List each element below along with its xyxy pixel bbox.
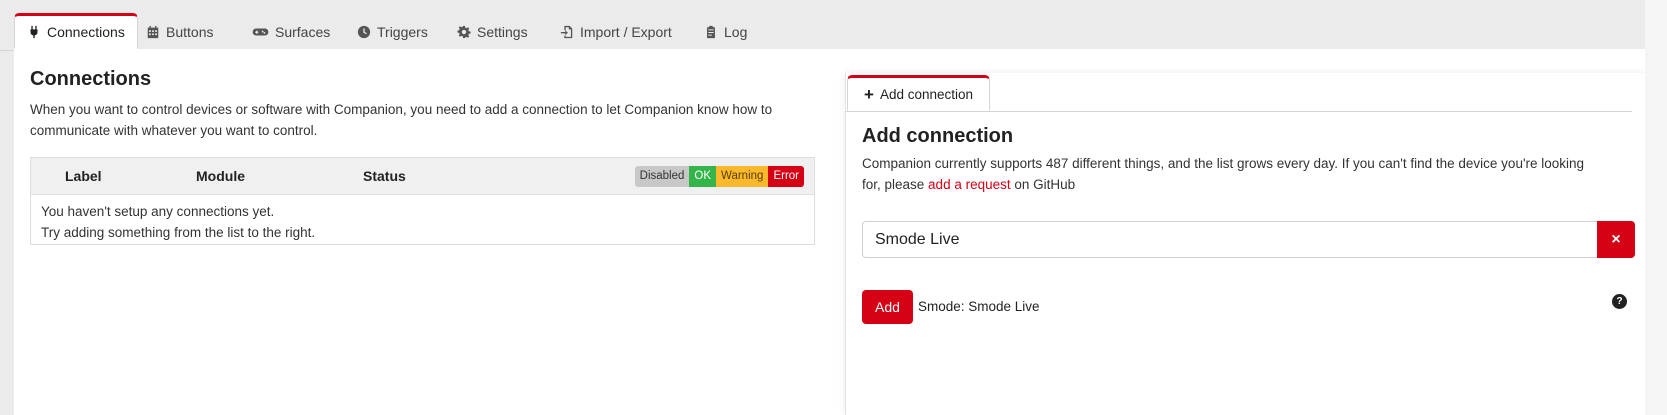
file-import-icon: [560, 25, 573, 39]
add-connection-tabs: + Add connection: [846, 73, 1632, 112]
add-module-button[interactable]: Add: [862, 290, 913, 324]
page-title: Connections: [30, 68, 152, 90]
module-search-input[interactable]: [863, 222, 1596, 257]
description-text: for, please: [862, 177, 929, 192]
legend-error-badge: Error: [768, 166, 804, 187]
status-legend: Disabled OK Warning Error: [634, 166, 804, 187]
tab-label: Add connection: [879, 86, 974, 102]
add-connection-title: Add connection: [862, 125, 1014, 147]
tab-buttons[interactable]: Buttons: [134, 15, 225, 49]
plus-icon: +: [864, 84, 874, 104]
tab-label: Import / Export: [580, 24, 672, 40]
calendar-grid-icon: [147, 25, 159, 39]
tab-surfaces[interactable]: Surfaces: [240, 15, 342, 49]
tab-log[interactable]: Log: [692, 15, 759, 49]
plug-icon: [30, 25, 38, 39]
tab-label: Settings: [477, 24, 528, 40]
close-icon: ×: [1611, 230, 1621, 248]
tab-label: Surfaces: [275, 24, 331, 40]
tab-label: Log: [724, 24, 748, 40]
add-connection-description: Companion currently supports 487 differe…: [862, 153, 1637, 195]
column-status: Status: [363, 168, 406, 184]
description-line: When you want to control devices or soft…: [30, 102, 773, 117]
clear-search-button[interactable]: ×: [1597, 221, 1635, 258]
legend-disabled-badge: Disabled: [634, 166, 690, 187]
legend-ok-badge: OK: [689, 166, 717, 187]
empty-state-message: You haven't setup any connections yet. T…: [41, 201, 315, 243]
tab-label: Connections: [47, 24, 125, 40]
column-module: Module: [196, 168, 245, 184]
add-request-link[interactable]: add a request: [928, 177, 1011, 192]
description-line: for, please add a request on GitHub: [862, 174, 1637, 195]
gamepad-icon: [252, 28, 269, 36]
tab-import-export[interactable]: Import / Export: [548, 15, 684, 49]
tab-label: Buttons: [166, 24, 214, 40]
connections-description: When you want to control devices or soft…: [30, 99, 820, 141]
tab-triggers[interactable]: Triggers: [345, 15, 440, 49]
module-result-label: Smode: Smode Live: [918, 299, 1040, 314]
empty-line: You haven't setup any connections yet.: [41, 204, 275, 219]
empty-line: Try adding something from the list to th…: [41, 225, 316, 240]
table-header: Label Module Status Disabled OK Warning …: [31, 158, 814, 195]
add-connection-panel: + Add connection Add connection Companio…: [845, 73, 1646, 415]
module-search: ×: [862, 221, 1635, 258]
gear-icon: [457, 25, 471, 39]
main-tab-bar: Connections Buttons Surfaces Triggers Se…: [0, 0, 1645, 51]
description-text: on GitHub: [1010, 177, 1076, 192]
column-label: Label: [65, 168, 102, 184]
tab-connections[interactable]: Connections: [14, 13, 138, 49]
tab-add-connection[interactable]: + Add connection: [847, 75, 991, 111]
description-line: Companion currently supports 487 differe…: [862, 156, 1585, 171]
help-icon[interactable]: ?: [1612, 294, 1627, 309]
connections-table: Label Module Status Disabled OK Warning …: [30, 157, 815, 245]
tab-settings[interactable]: Settings: [445, 15, 540, 49]
clipboard-icon: [707, 25, 715, 39]
clock-icon: [357, 25, 371, 39]
tab-label: Triggers: [377, 24, 428, 40]
scrollbar-track[interactable]: [1645, 0, 1667, 415]
description-line: communicate with whatever you want to co…: [30, 123, 318, 138]
legend-warning-badge: Warning: [716, 166, 769, 187]
